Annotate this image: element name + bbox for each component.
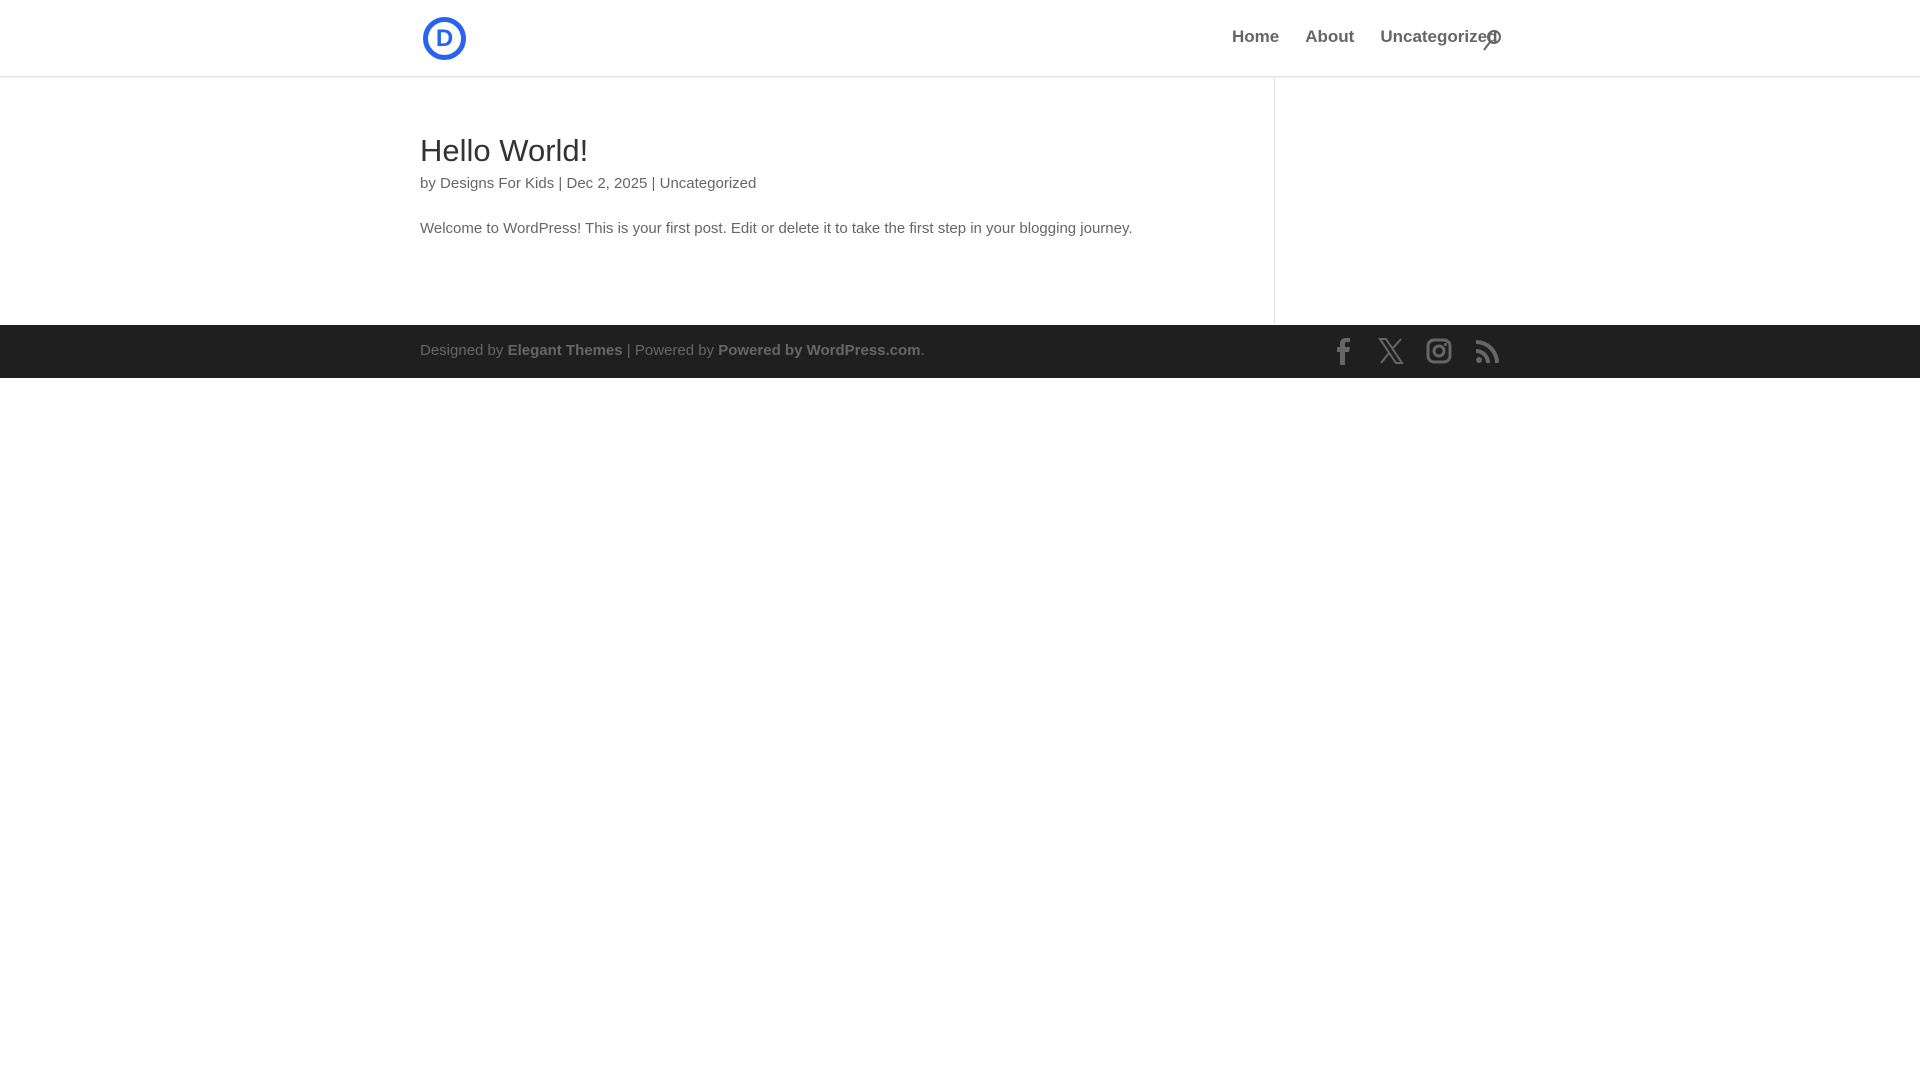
post-author[interactable]: Designs For Kids (440, 175, 554, 192)
footer-credits: Designed by Elegant Themes | Powered by … (420, 342, 925, 359)
site-footer: Designed by Elegant Themes | Powered by … (0, 325, 1920, 378)
post-category[interactable]: Uncategorized (660, 175, 757, 192)
main-nav: Home About Uncategorized (1232, 27, 1497, 47)
social-icons (1330, 337, 1500, 365)
x-icon[interactable] (1378, 337, 1404, 365)
search-icon[interactable] (1482, 29, 1502, 51)
post-title[interactable]: Hello World! (420, 133, 588, 169)
credit-text: | Powered by (626, 342, 715, 359)
instagram-icon[interactable] (1426, 337, 1452, 365)
site-header: D Home About Uncategorized (0, 0, 1920, 77)
wordpress-link[interactable]: Powered by WordPress.com (718, 342, 920, 359)
nav-about[interactable]: About (1305, 27, 1354, 47)
credit-text: Designed by (420, 342, 504, 359)
meta-sep: | (558, 175, 563, 192)
rss-icon[interactable] (1474, 337, 1500, 365)
logo-letter: D (435, 24, 454, 52)
nav-uncategorized[interactable]: Uncategorized (1380, 27, 1497, 47)
post-excerpt: Welcome to WordPress! This is your first… (420, 220, 1133, 237)
nav-home[interactable]: Home (1232, 27, 1279, 47)
meta-sep: | (651, 175, 656, 192)
credit-end: . (920, 342, 925, 359)
meta-by: by (420, 175, 436, 192)
elegant-themes-link[interactable]: Elegant Themes (508, 342, 623, 359)
sidebar-divider (1274, 78, 1275, 324)
site-logo[interactable]: D (423, 17, 466, 60)
post-date: Dec 2, 2025 (566, 175, 648, 192)
post-meta: by Designs For Kids | Dec 2, 2025 | Unca… (420, 175, 756, 192)
facebook-icon[interactable] (1330, 337, 1356, 365)
